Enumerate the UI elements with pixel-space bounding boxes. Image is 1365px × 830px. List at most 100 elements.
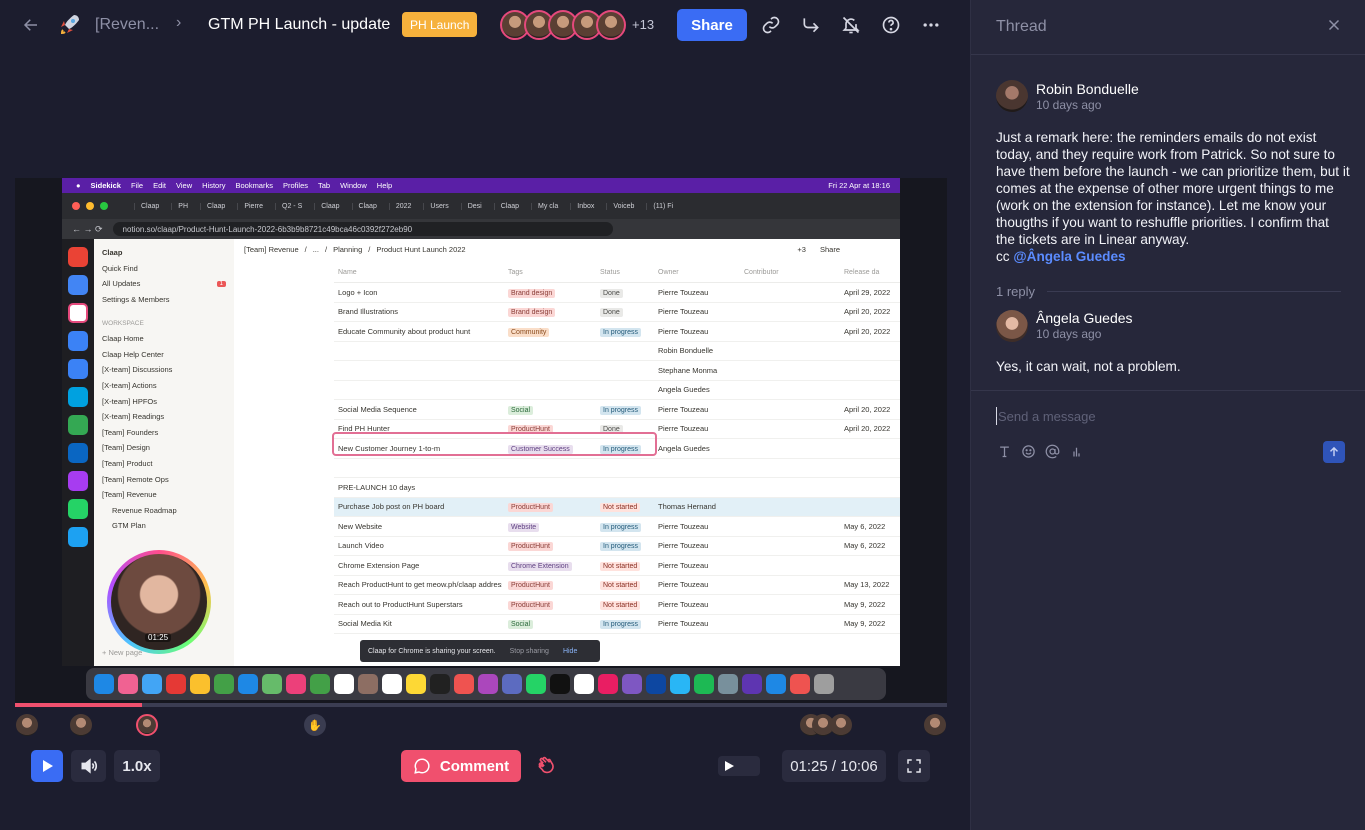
volume-button[interactable] xyxy=(71,750,106,782)
avatar xyxy=(596,10,626,40)
row-date: April 20, 2022 xyxy=(844,326,891,336)
row-name: Social Media Kit xyxy=(338,619,392,629)
mini-player-toggle[interactable] xyxy=(718,756,760,776)
browser-tab: Claap xyxy=(200,202,231,210)
poll-button[interactable] xyxy=(1068,442,1084,460)
sidebar-page: [X-team] Actions xyxy=(102,381,157,391)
table-row: Reach out to ProductHunt Superstars Produ… xyxy=(334,595,900,615)
browser-tab: Claap xyxy=(351,202,383,210)
browser-url-bar: ← → ⟳ notion.so/claap/Product-Hunt-Launc… xyxy=(62,219,900,239)
app-icon xyxy=(550,674,570,694)
row-status: In progress xyxy=(600,522,642,532)
comment-marker[interactable] xyxy=(70,714,92,736)
row-owner: Angela Guedes xyxy=(658,443,710,453)
back-button[interactable] xyxy=(15,9,47,41)
app-icon xyxy=(68,331,88,351)
menu-item: Sidekick xyxy=(90,181,121,190)
comment-marker[interactable] xyxy=(924,714,946,736)
text-format-button[interactable] xyxy=(996,442,1012,460)
rocket-icon xyxy=(57,11,83,37)
browser-tabstrip: Claap PH Claap Pierre Q2 - S Claap Claap… xyxy=(62,193,900,219)
comment-marker[interactable] xyxy=(16,714,38,736)
chrome-icon xyxy=(190,674,210,694)
play-button[interactable] xyxy=(31,750,63,782)
screen-share-toast: Claap for Chrome is sharing your screen.… xyxy=(360,640,600,662)
thread-panel: Thread Robin Bonduelle 10 days ago Just … xyxy=(970,0,1365,830)
table-row: PRE-LAUNCH 10 days xyxy=(334,478,900,498)
top-bar: [Reven... › GTM PH Launch - update PH La… xyxy=(0,0,970,50)
play-icon xyxy=(43,760,53,772)
viewer-avatars[interactable] xyxy=(500,10,626,40)
player-area: [Reven... › GTM PH Launch - update PH La… xyxy=(0,0,970,830)
row-owner: Pierre Touzeau xyxy=(658,307,709,317)
reaction-marker[interactable]: ✋ xyxy=(304,714,326,736)
help-button[interactable] xyxy=(875,9,907,41)
mail-icon xyxy=(238,674,258,694)
timeline-scrubber[interactable] xyxy=(15,703,947,707)
reaction-button[interactable] xyxy=(530,750,562,782)
mute-notifications-button[interactable] xyxy=(835,9,867,41)
slack-icon xyxy=(598,674,618,694)
row-tag: Community xyxy=(508,327,550,337)
arrow-left-icon xyxy=(23,19,37,31)
breadcrumb-parent[interactable]: [Reven... xyxy=(95,16,159,34)
message-body: Yes, it can wait, not a problem. xyxy=(996,359,1181,374)
close-thread-button[interactable] xyxy=(1325,16,1343,39)
row-date: May 6, 2022 xyxy=(844,521,886,531)
mention-button[interactable] xyxy=(1044,442,1060,460)
table-row: Robin Bonduelle xyxy=(334,342,900,361)
notion-icon xyxy=(68,303,88,323)
video-frame[interactable]: ● Sidekick File Edit View History Bookma… xyxy=(15,178,947,704)
message-body: Just a remark here: the reminders emails… xyxy=(996,130,1350,264)
maps-icon xyxy=(262,674,282,694)
intercom-icon xyxy=(68,359,88,379)
table-row: Angela Guedes xyxy=(334,381,900,400)
column-header: Status xyxy=(600,269,620,276)
row-name: New Website xyxy=(338,521,383,531)
row-status: In progress xyxy=(600,542,642,552)
share-button[interactable]: Share xyxy=(677,9,747,41)
link-icon xyxy=(762,16,780,34)
reply-count: 1 reply xyxy=(996,283,1341,299)
comment-marker[interactable] xyxy=(830,714,852,736)
column-header: Contributor xyxy=(744,269,779,276)
menu-item: History xyxy=(202,181,226,190)
copy-link-button[interactable] xyxy=(755,9,787,41)
player-controls: 1.0x Comment 01:25 / 10:06 xyxy=(0,748,970,784)
trash-icon xyxy=(814,674,834,694)
menu-item: Edit xyxy=(153,181,166,190)
row-name: Logo + Icon xyxy=(338,287,378,297)
tag-badge[interactable]: PH Launch xyxy=(402,12,478,37)
sidebar-page: [Team] Revenue xyxy=(102,490,157,500)
cursor-highlight xyxy=(332,432,657,456)
row-tag: ProductHunt xyxy=(508,503,553,513)
row-tag: Brand design xyxy=(508,288,556,298)
notion-breadcrumb: [Team] Revenue xyxy=(244,244,299,254)
comment-button[interactable]: Comment xyxy=(401,750,521,782)
message-input[interactable]: Send a message xyxy=(996,407,1341,425)
row-tag: ProductHunt xyxy=(508,581,553,591)
browser-tab: Voiceb xyxy=(606,202,640,210)
mention-link[interactable]: @Ângela Guedes xyxy=(1013,249,1125,264)
finder-icon xyxy=(94,674,114,694)
more-options-button[interactable] xyxy=(915,9,947,41)
emoji-button[interactable] xyxy=(1020,442,1036,460)
message-time: 10 days ago xyxy=(1036,327,1102,341)
comment-marker[interactable] xyxy=(136,714,158,736)
sidebar-page: [X-team] HPFOs xyxy=(102,396,158,406)
bar-chart-icon xyxy=(1072,447,1080,456)
arrow-up-icon xyxy=(1329,446,1339,457)
menu-item: Window xyxy=(340,181,367,190)
browser-tab: (11) Fi xyxy=(646,202,679,210)
avatar xyxy=(996,80,1028,112)
browser-tab: Claap xyxy=(134,202,165,210)
row-owner: Pierre Touzeau xyxy=(658,287,709,297)
app-switcher-dock xyxy=(62,239,94,666)
fullscreen-button[interactable] xyxy=(898,750,930,782)
send-button[interactable] xyxy=(1323,441,1345,463)
volume-icon xyxy=(81,758,97,774)
playback-speed-button[interactable]: 1.0x xyxy=(114,750,160,782)
gmail-icon xyxy=(68,247,88,267)
forward-button[interactable] xyxy=(795,9,827,41)
notion-share: Share xyxy=(819,244,840,254)
